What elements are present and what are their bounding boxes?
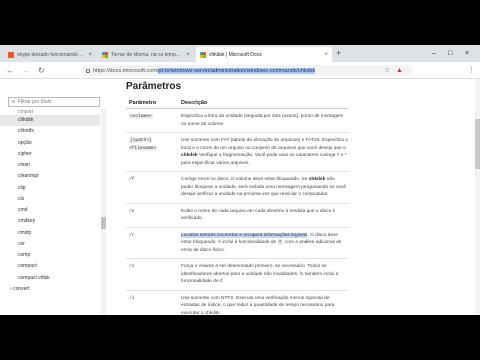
param-code: [<path>] <filename> bbox=[129, 138, 158, 151]
toc-item[interactable]: cmdkey bbox=[0, 216, 100, 227]
toc-item[interactable]: cipher bbox=[0, 149, 100, 160]
close-tab-icon[interactable]: × bbox=[324, 52, 328, 58]
star-icon[interactable]: ☆ bbox=[384, 65, 390, 76]
favicon-icon bbox=[8, 51, 14, 58]
param-code: /r bbox=[129, 232, 135, 238]
toc-scrollbar[interactable] bbox=[101, 109, 106, 315]
toc-item[interactable]: cleanmgr bbox=[0, 171, 100, 182]
param-description: Use somente com NTFS. Executa uma verifi… bbox=[181, 295, 335, 316]
chevron-right-icon: › bbox=[10, 285, 12, 292]
minimize-button[interactable]: – bbox=[432, 47, 436, 60]
table-row: [<path>] <filename> Use somente com FAT … bbox=[126, 133, 348, 172]
url-selected-text: pt-br/windows-server/administration/wind… bbox=[158, 67, 316, 74]
toc-item-chkdsk[interactable]: chkdsk bbox=[0, 115, 100, 127]
article-content: Parâmetros Parâmetro Descrição <volume> … bbox=[110, 79, 480, 315]
toc-item[interactable]: clip bbox=[0, 183, 100, 194]
tab-label: Tornar de idioma, na ca temporário pal t bbox=[111, 51, 183, 58]
close-window-button[interactable]: × bbox=[465, 47, 469, 60]
toc-item[interactable]: cmstp bbox=[0, 228, 100, 239]
toc-item[interactable]: compact bbox=[0, 261, 100, 272]
page-scrollbar[interactable] bbox=[475, 79, 480, 315]
forward-button[interactable]: → bbox=[22, 65, 30, 76]
table-row: <volume> Especifica a letra da unidade (… bbox=[126, 109, 348, 133]
maximize-button[interactable]: □ bbox=[448, 47, 452, 60]
toc-item[interactable]: chkntfs bbox=[0, 126, 100, 137]
toc-item[interactable]: cls bbox=[0, 194, 100, 205]
param-code: <volume> bbox=[129, 114, 153, 119]
table-row: /x Força o volume a ser desmontado prime… bbox=[126, 259, 348, 291]
param-description: Use somente com FAT (tabela de alocação … bbox=[181, 138, 348, 166]
param-code: /f bbox=[129, 177, 135, 182]
table-header: Parâmetro Descrição bbox=[126, 97, 348, 109]
parameters-table: Parâmetro Descrição <volume> Especifica … bbox=[126, 97, 348, 315]
toc-item[interactable]: opção bbox=[0, 138, 100, 149]
reload-button[interactable]: ↻ bbox=[38, 65, 45, 76]
toc-group-convert[interactable]: › convert bbox=[0, 284, 100, 295]
address-bar[interactable]: https://docs.microsoft.com/pt-br/windows… bbox=[82, 65, 412, 76]
param-description: Localiza setores incorretos e recupera i… bbox=[181, 232, 342, 253]
filter-input[interactable]: ≡ Filtrar por título bbox=[8, 97, 100, 107]
tab-chkdsk[interactable]: chkdsk | Microsoft Docs × bbox=[196, 47, 332, 62]
toc-item[interactable]: cmd bbox=[0, 205, 100, 216]
toc-item[interactable]: comp bbox=[0, 250, 100, 261]
lock-icon bbox=[86, 68, 90, 73]
table-row: /f Corrige erros no disco. O volume deve… bbox=[126, 172, 348, 204]
tab-idioma[interactable]: Tornar de idioma, na ca temporário pal t… bbox=[98, 47, 194, 62]
toc-group-label: convert bbox=[13, 285, 30, 292]
param-code: /x bbox=[129, 264, 135, 269]
tab-label: skype deixado funcionando (desli Ebc bbox=[17, 51, 85, 58]
page-title: Parâmetros bbox=[126, 81, 182, 92]
menu-icon[interactable]: ⋮ bbox=[468, 65, 475, 76]
toc-list: cmpart chkdsk chkntfs opção cipher clean… bbox=[0, 109, 100, 295]
page-scrollbar-thumb[interactable] bbox=[475, 119, 480, 169]
table-row: /r Localiza setores incorretos e recuper… bbox=[126, 228, 348, 259]
filter-placeholder: Filtrar por título bbox=[17, 99, 52, 105]
back-button[interactable]: ← bbox=[6, 65, 14, 76]
browser-window: skype deixado funcionando (desli Ebc × T… bbox=[0, 45, 480, 315]
param-description: Força o volume a ser desmontado primeiro… bbox=[181, 264, 339, 284]
param-code: /i bbox=[129, 295, 135, 301]
browser-toolbar: ← → ↻ https://docs.microsoft.com/pt-br/w… bbox=[0, 62, 480, 79]
tab-label: chkdsk | Microsoft Docs bbox=[209, 51, 262, 58]
close-tab-icon[interactable]: × bbox=[88, 52, 92, 58]
highlighted-text: Localiza setores incorretos e recupera i… bbox=[181, 232, 308, 238]
toc-scrollbar-thumb[interactable] bbox=[101, 217, 106, 229]
param-description: Especifica a letra da unidade (seguida p… bbox=[181, 114, 344, 127]
new-tab-button[interactable]: + bbox=[336, 47, 341, 60]
toc-item[interactable]: cnr bbox=[0, 239, 100, 250]
table-row: /i Use somente com NTFS. Executa uma ver… bbox=[126, 291, 348, 316]
table-row: /v Exibe o nome de cada arquivo em cada … bbox=[126, 204, 348, 228]
tab-skype[interactable]: skype deixado funcionando (desli Ebc × bbox=[4, 47, 96, 62]
column-header-parameter: Parâmetro bbox=[129, 99, 157, 106]
column-header-description: Descrição bbox=[181, 99, 208, 106]
param-description: Corrige erros no disco. O volume deve es… bbox=[181, 177, 347, 197]
toc-item[interactable]: clean bbox=[0, 160, 100, 171]
param-description: Exibe o nome de cada arquivo em cada dir… bbox=[181, 208, 336, 222]
microsoft-logo-icon bbox=[102, 51, 108, 58]
tab-strip: skype deixado funcionando (desli Ebc × T… bbox=[0, 45, 480, 62]
microsoft-logo-icon bbox=[200, 51, 206, 58]
close-tab-icon[interactable]: × bbox=[186, 52, 190, 58]
filter-icon: ≡ bbox=[12, 99, 15, 105]
toc-sidebar: ≡ Filtrar por título cmpart chkdsk chknt… bbox=[0, 79, 110, 315]
url-prefix: https://docs.microsoft.com/ bbox=[93, 67, 159, 74]
warning-icon[interactable]: ▲ bbox=[396, 65, 403, 76]
toc-item[interactable]: compact vdisk bbox=[0, 273, 100, 284]
param-code: /v bbox=[129, 208, 135, 214]
